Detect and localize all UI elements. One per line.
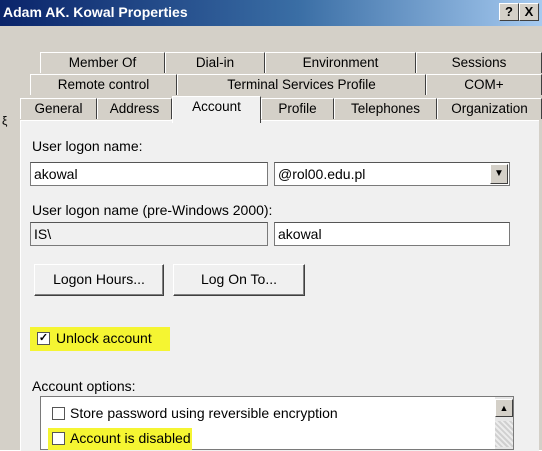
- tab-sessions[interactable]: Sessions: [416, 52, 542, 73]
- scroll-up-icon[interactable]: ▲: [495, 399, 513, 417]
- chevron-down-icon[interactable]: ▼: [490, 164, 508, 184]
- logon-name-field[interactable]: akowal: [30, 162, 268, 186]
- pre2000-username-field[interactable]: akowal: [274, 222, 510, 246]
- tab-com-plus[interactable]: COM+: [426, 74, 542, 95]
- tab-address[interactable]: Address: [97, 98, 172, 119]
- reversible-encryption-label: Store password using reversible encrypti…: [70, 405, 338, 421]
- stray-glyph: ξ: [2, 114, 8, 128]
- help-button[interactable]: ?: [499, 3, 519, 21]
- pre2000-domain-field: IS\: [30, 222, 268, 246]
- tab-general[interactable]: General: [20, 98, 97, 119]
- options-scrollbar[interactable]: ▲: [495, 397, 513, 449]
- tab-telephones[interactable]: Telephones: [334, 98, 437, 119]
- account-disabled-checkbox[interactable]: [52, 432, 65, 445]
- domain-value: @rol00.edu.pl: [278, 166, 366, 182]
- close-button[interactable]: X: [519, 3, 539, 21]
- account-disabled-label: Account is disabled: [70, 430, 191, 446]
- log-on-to-button[interactable]: Log On To...: [173, 264, 305, 296]
- account-options-label: Account options:: [32, 378, 136, 394]
- tab-profile[interactable]: Profile: [261, 98, 334, 119]
- tab-organization[interactable]: Organization: [437, 98, 542, 119]
- tab-account[interactable]: Account: [172, 96, 261, 123]
- pre2000-label: User logon name (pre-Windows 2000):: [32, 202, 273, 218]
- unlock-label: Unlock account: [56, 330, 152, 346]
- tab-member-of[interactable]: Member Of: [40, 52, 165, 73]
- reversible-encryption-checkbox[interactable]: [52, 407, 65, 420]
- tab-environment[interactable]: Environment: [265, 52, 416, 73]
- unlock-checkbox[interactable]: ✓: [37, 332, 50, 345]
- logon-name-label: User logon name:: [32, 138, 143, 154]
- window-title: Adam AK. Kowal Properties: [3, 4, 188, 20]
- title-bar: Adam AK. Kowal Properties ? X: [0, 0, 542, 26]
- tab-terminal-services-profile[interactable]: Terminal Services Profile: [177, 74, 426, 95]
- tab-dial-in[interactable]: Dial-in: [165, 52, 265, 73]
- logon-hours-button[interactable]: Logon Hours...: [34, 264, 164, 296]
- check-mark-icon: ✓: [38, 332, 49, 344]
- tab-remote-control[interactable]: Remote control: [30, 74, 177, 95]
- domain-combobox[interactable]: @rol00.edu.pl ▼: [274, 162, 510, 186]
- scroll-thumb[interactable]: [495, 421, 513, 447]
